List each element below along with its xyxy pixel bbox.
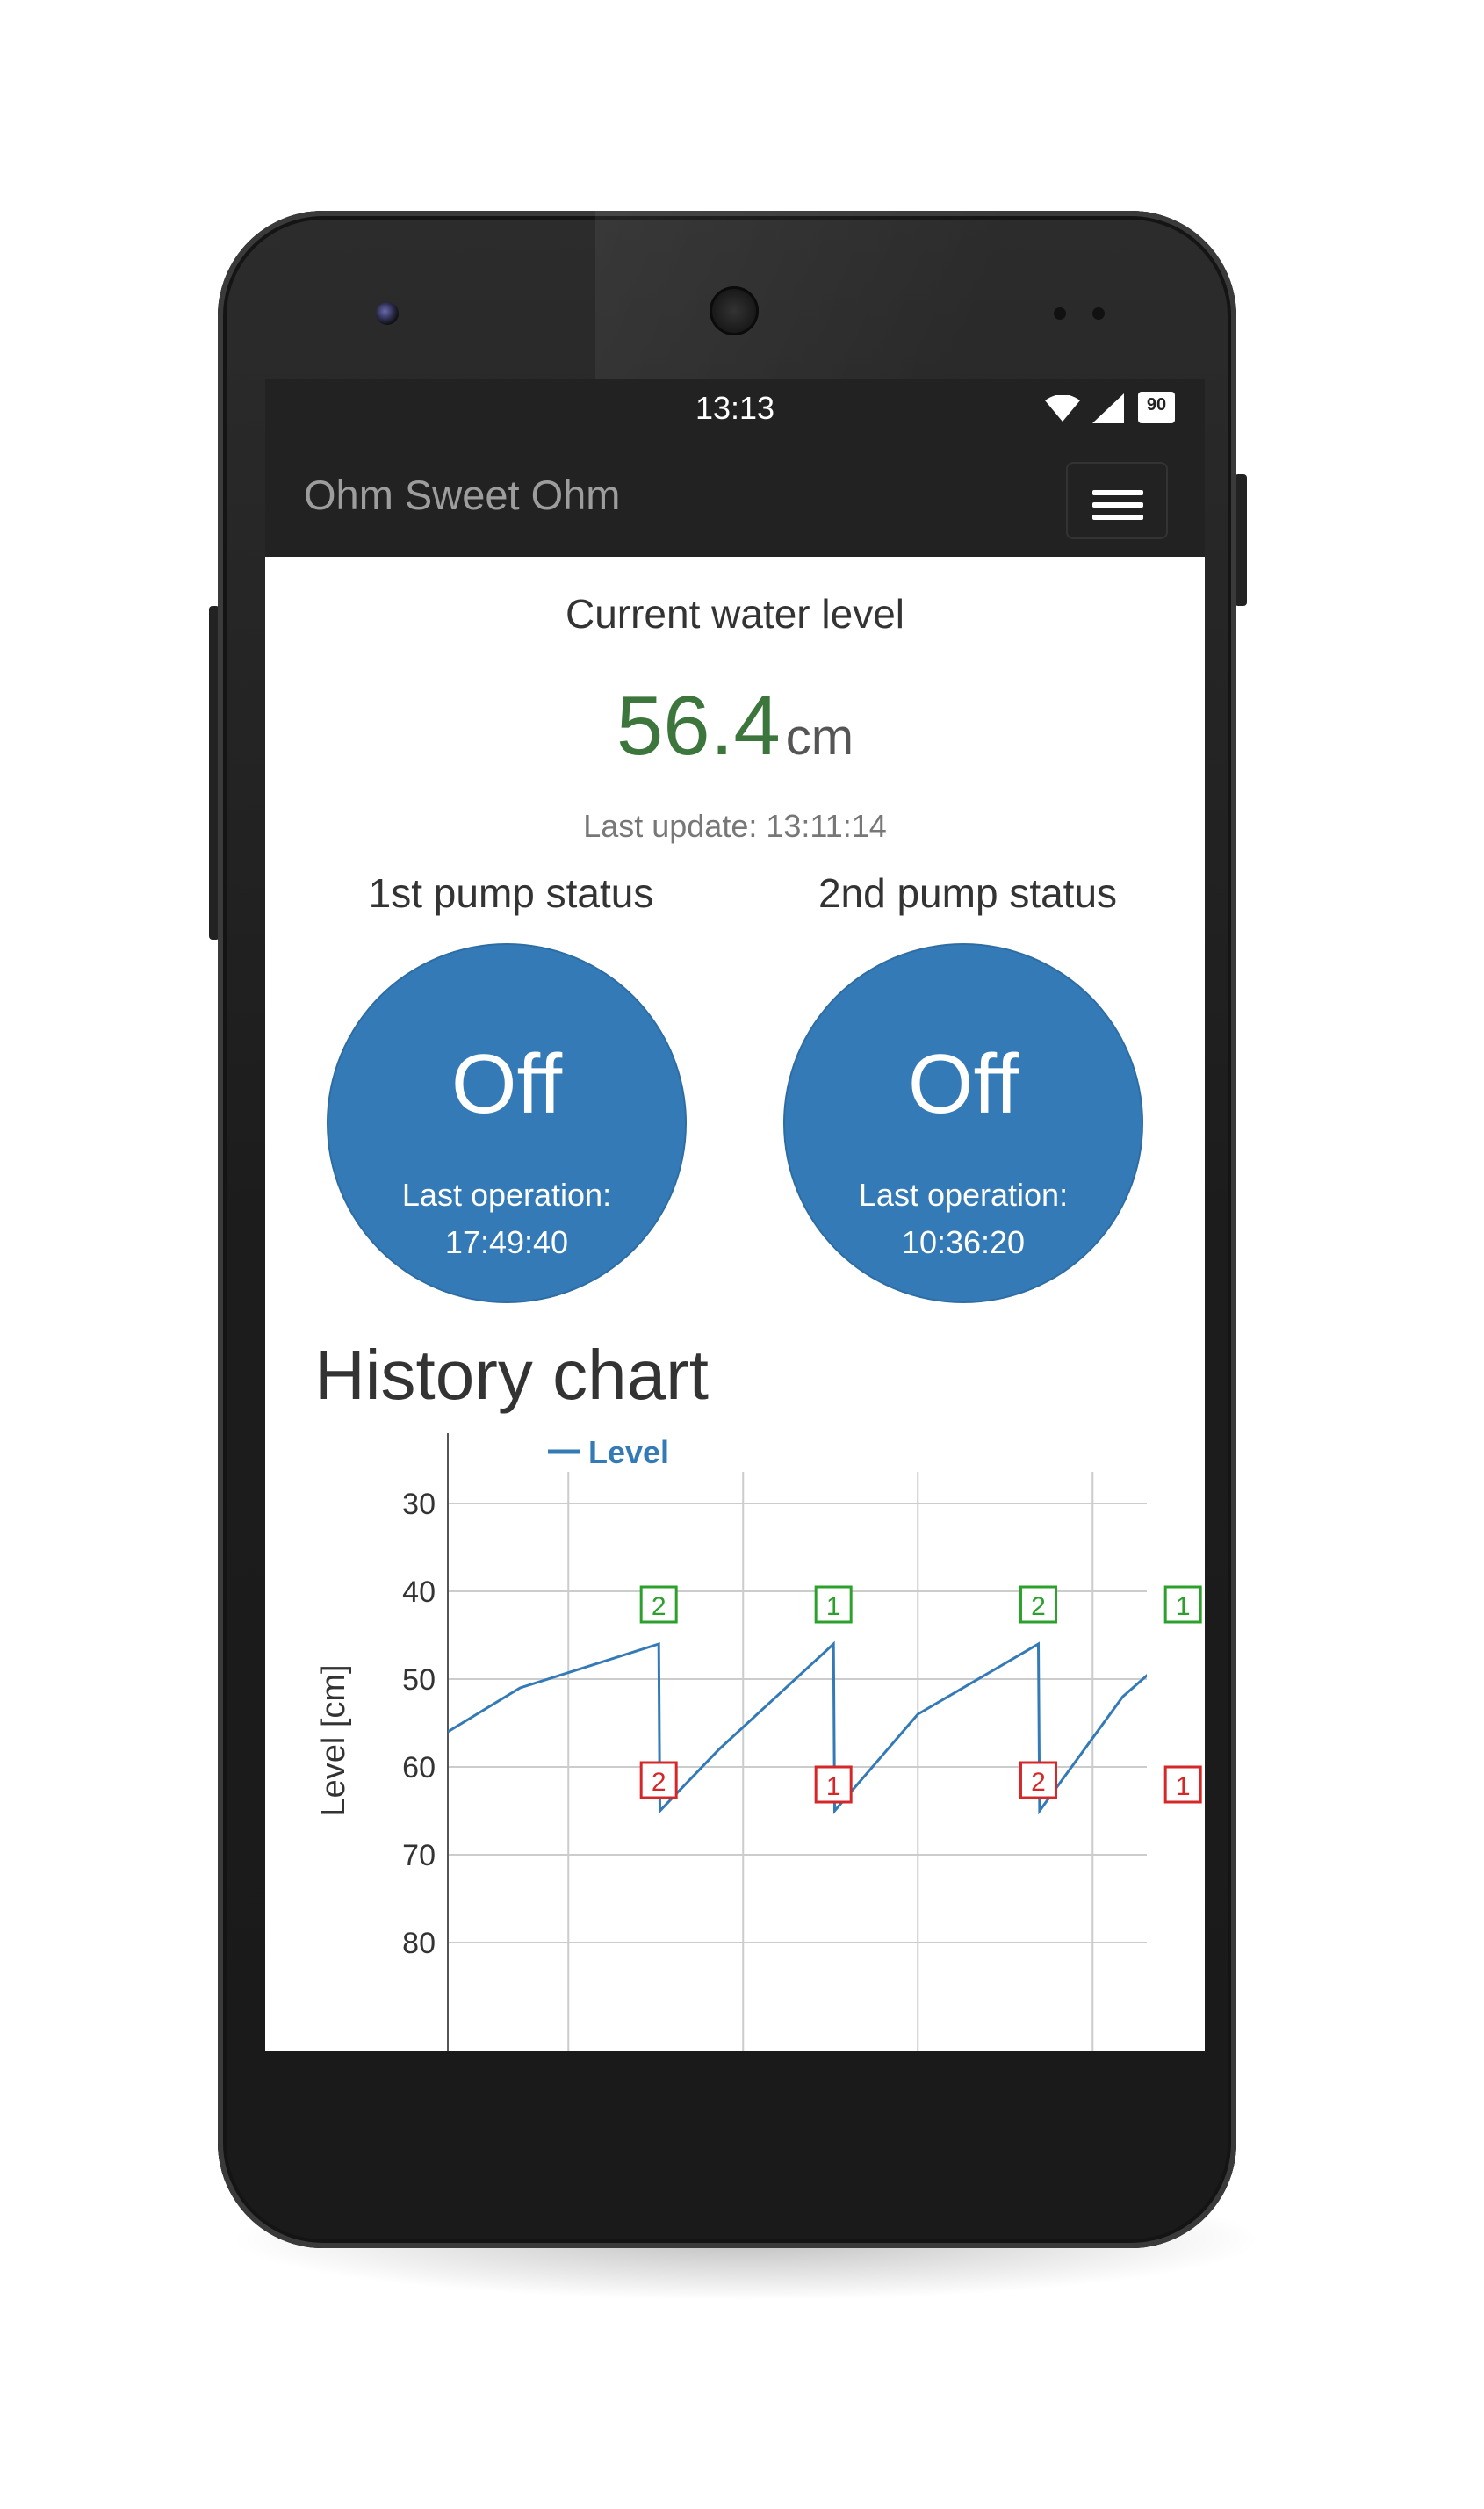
brand-link[interactable]: Ohm Sweet Ohm [304, 471, 620, 519]
hamburger-icon-bar [1092, 490, 1143, 495]
battery-icon: 90 [1138, 392, 1175, 423]
hamburger-icon-bar [1092, 515, 1143, 520]
status-bar: 13:13 90 [265, 379, 1205, 441]
y-tick-label: 60 [402, 1751, 436, 1784]
power-button [1235, 474, 1247, 606]
y-axis-label: Level [cm] [315, 1664, 352, 1816]
water-level-title: Current water level [565, 591, 905, 637]
pump-marker-label: 2 [652, 1768, 666, 1797]
water-level-unit: cm [785, 709, 854, 766]
pump-marker-label: 1 [826, 1592, 841, 1621]
pump-2-state: Off [907, 1037, 1019, 1131]
y-tick-label: 70 [402, 1839, 436, 1872]
last-update-text: Last update: 13:11:14 [583, 808, 887, 844]
water-level-value: 56.4 [616, 679, 781, 773]
y-tick-label: 40 [402, 1575, 436, 1609]
y-tick-label: 80 [402, 1927, 436, 1960]
navbar: Ohm Sweet Ohm [265, 441, 1205, 557]
pump-marker-label: 2 [1031, 1768, 1046, 1797]
signal-icon [1092, 393, 1124, 423]
proximity-sensor [1054, 307, 1066, 320]
front-camera [376, 302, 399, 325]
pump-1-last-operation-label: Last operation: [401, 1177, 612, 1213]
pump-1-status-circle[interactable]: Off Last operation: 17:49:40 [328, 945, 685, 1301]
menu-toggle-button[interactable] [1066, 462, 1168, 539]
earpiece-speaker [710, 286, 759, 335]
pump-marker-label: 1 [1176, 1592, 1191, 1621]
wifi-icon [1045, 395, 1080, 422]
pump-1-state: Off [450, 1037, 563, 1131]
pump-2-last-operation: Last operation: 10:36:20 [785, 1172, 1142, 1266]
pump-1-title: 1st pump status [368, 870, 654, 916]
app-screen: 13:13 90 Ohm Sweet Ohm Current water lev… [265, 379, 1205, 2051]
y-tick-label: 50 [402, 1663, 436, 1697]
light-sensor [1092, 307, 1105, 320]
pump-2-last-operation-time: 10:36:20 [901, 1224, 1026, 1260]
pump-2-status-circle[interactable]: Off Last operation: 10:36:20 [785, 945, 1142, 1301]
pump-2-title: 2nd pump status [818, 870, 1118, 916]
hamburger-icon-bar [1092, 502, 1143, 508]
legend-label: Level [588, 1434, 669, 1470]
history-chart: 30 40 50 60 70 80 Level [cm] Level 2 2 1 1 2 2 1 1 [315, 1433, 1202, 2051]
pump-1-last-operation: Last operation: 17:49:40 [328, 1172, 685, 1266]
pump-marker-label: 2 [1031, 1592, 1046, 1621]
pump-marker-label: 2 [652, 1592, 666, 1621]
y-tick-label: 30 [402, 1488, 436, 1521]
pump-marker-label: 1 [1176, 1772, 1191, 1801]
pump-2-last-operation-label: Last operation: [858, 1177, 1069, 1213]
pump-1-last-operation-time: 17:49:40 [444, 1224, 569, 1260]
pump-marker-label: 1 [826, 1772, 841, 1801]
history-chart-title: History chart [314, 1336, 709, 1414]
battery-level: 90 [1146, 395, 1167, 415]
water-level-reading: 56.4 cm [265, 678, 1205, 775]
